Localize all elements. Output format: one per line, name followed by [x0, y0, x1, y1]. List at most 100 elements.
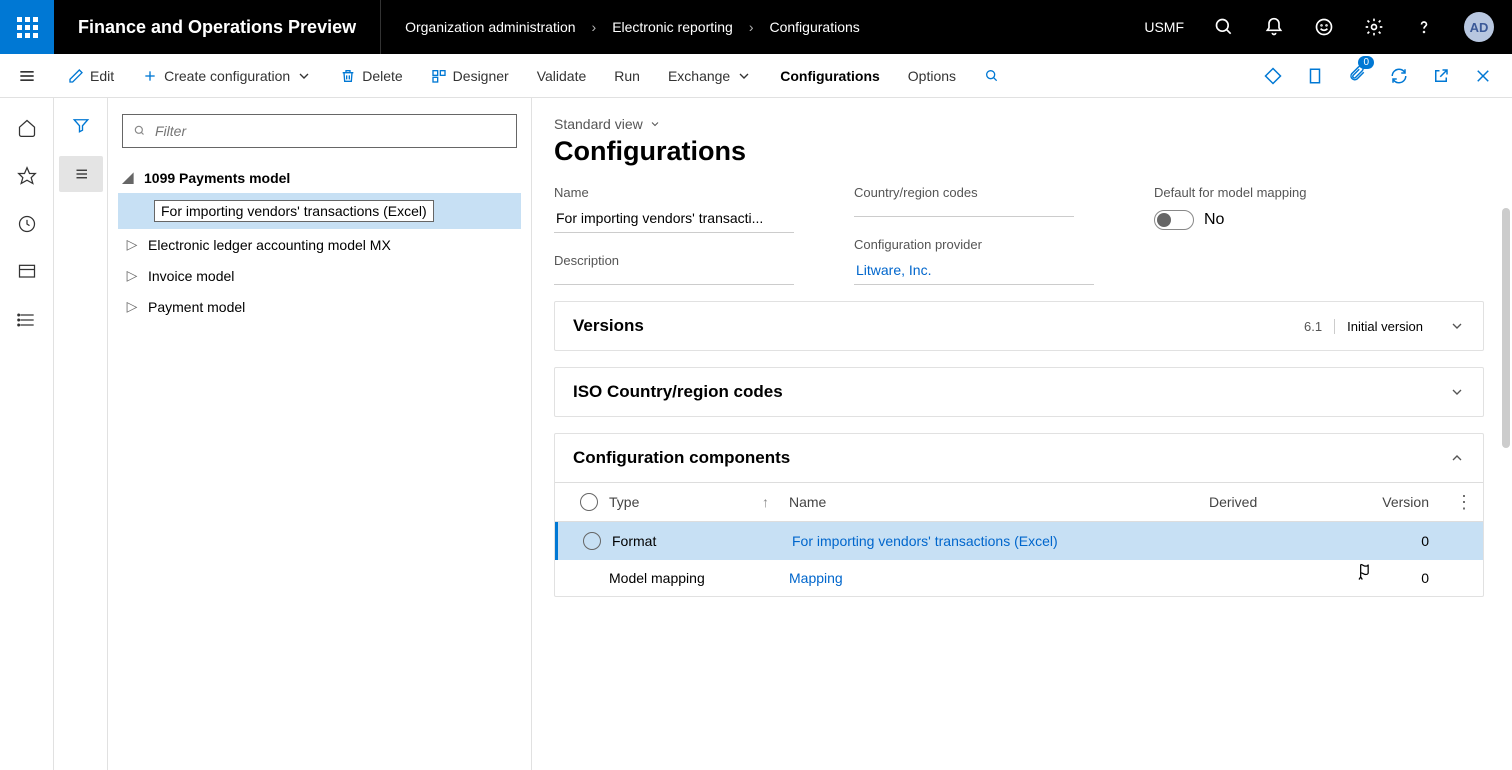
- run-button[interactable]: Run: [600, 54, 654, 97]
- col-name[interactable]: Name: [789, 494, 1209, 510]
- caret-down-icon: ◢: [122, 169, 134, 186]
- tree-item-label: Electronic ledger accounting model MX: [148, 237, 391, 253]
- view-selector[interactable]: Standard view: [554, 116, 1484, 132]
- filter-input-wrap[interactable]: [122, 114, 517, 148]
- workspace-icon[interactable]: [17, 262, 37, 282]
- more-icon[interactable]: ⋮: [1455, 492, 1473, 513]
- chevron-down-icon: [1449, 318, 1465, 334]
- create-label: Create configuration: [164, 68, 290, 84]
- bell-icon[interactable]: [1264, 17, 1284, 37]
- default-mapping-toggle[interactable]: [1154, 210, 1194, 230]
- tree-item[interactable]: ▷ Payment model: [118, 291, 521, 322]
- help-icon[interactable]: [1414, 17, 1434, 37]
- tree-item-label: Invoice model: [148, 268, 234, 284]
- nav-toggle[interactable]: [0, 66, 54, 86]
- table-row[interactable]: Model mapping Mapping 0: [555, 560, 1483, 596]
- cell-version: 0: [1369, 570, 1469, 586]
- tree-item-selected[interactable]: For importing vendors' transactions (Exc…: [118, 193, 521, 229]
- waffle-icon: [17, 17, 38, 38]
- edit-label: Edit: [90, 68, 114, 84]
- chevron-up-icon: [1449, 450, 1465, 466]
- cell-type: Model mapping: [609, 570, 789, 586]
- badge-count: 0: [1358, 56, 1374, 69]
- components-table: Type ↑ Name Derived Version ⋮ Format For …: [555, 482, 1483, 596]
- caret-right-icon: ▷: [126, 267, 138, 284]
- select-all-checkbox[interactable]: [580, 493, 598, 511]
- description-label: Description: [554, 253, 794, 268]
- list-view-toggle[interactable]: [59, 156, 103, 192]
- name-label: Name: [554, 185, 794, 200]
- tree-root-label: 1099 Payments model: [144, 170, 290, 186]
- diamond-icon[interactable]: [1264, 67, 1282, 85]
- provider-link[interactable]: Litware, Inc.: [854, 258, 1094, 285]
- cell-version: 0: [1369, 533, 1469, 549]
- filter-icon[interactable]: [72, 116, 90, 134]
- home-icon[interactable]: [17, 118, 37, 138]
- designer-button[interactable]: Designer: [417, 54, 523, 97]
- col-version[interactable]: Version: [1369, 494, 1469, 510]
- iso-card: ISO Country/region codes: [554, 367, 1484, 417]
- breadcrumb-item[interactable]: Configurations: [769, 19, 859, 35]
- configurations-tab[interactable]: Configurations: [766, 54, 894, 97]
- region-field[interactable]: [854, 206, 1074, 217]
- delete-button[interactable]: Delete: [326, 54, 416, 97]
- avatar[interactable]: AD: [1464, 12, 1494, 42]
- col-derived[interactable]: Derived: [1209, 494, 1369, 510]
- iso-header[interactable]: ISO Country/region codes: [555, 368, 1483, 416]
- smile-icon[interactable]: [1314, 17, 1334, 37]
- components-card: Configuration components Type ↑ Name Deri…: [554, 433, 1484, 597]
- name-field[interactable]: For importing vendors' transacti...: [554, 206, 794, 233]
- popout-icon[interactable]: [1432, 67, 1450, 85]
- iso-title: ISO Country/region codes: [573, 382, 783, 402]
- col-type[interactable]: Type: [609, 494, 639, 510]
- filter-input[interactable]: [155, 123, 506, 139]
- close-icon[interactable]: [1474, 67, 1492, 85]
- chevron-down-icon: [649, 118, 661, 130]
- region-label: Country/region codes: [854, 185, 1094, 200]
- sort-asc-icon[interactable]: ↑: [762, 494, 769, 510]
- description-field[interactable]: [554, 274, 794, 285]
- breadcrumb-item[interactable]: Organization administration: [405, 19, 575, 35]
- options-button[interactable]: Options: [894, 54, 970, 97]
- versions-header[interactable]: Versions 6.1 Initial version: [555, 302, 1483, 350]
- scrollbar[interactable]: [1502, 208, 1510, 448]
- components-header[interactable]: Configuration components: [555, 434, 1483, 482]
- versions-title: Versions: [573, 316, 644, 336]
- page-title: Configurations: [554, 136, 1484, 167]
- clock-icon[interactable]: [17, 214, 37, 234]
- attachments-button[interactable]: 0: [1348, 64, 1366, 87]
- star-icon[interactable]: [17, 166, 37, 186]
- create-configuration-button[interactable]: Create configuration: [128, 54, 326, 97]
- breadcrumb-item[interactable]: Electronic reporting: [612, 19, 733, 35]
- table-row[interactable]: Format For importing vendors' transactio…: [555, 522, 1483, 560]
- modules-icon[interactable]: [17, 310, 37, 330]
- find-button[interactable]: [970, 54, 1014, 97]
- app-launcher[interactable]: [0, 0, 54, 54]
- cell-name-link[interactable]: Mapping: [789, 570, 1209, 586]
- page-icon[interactable]: [1306, 67, 1324, 85]
- tree-root[interactable]: ◢ 1099 Payments model: [118, 162, 521, 193]
- chevron-down-icon: [296, 68, 312, 84]
- row-checkbox[interactable]: [583, 532, 601, 550]
- designer-label: Designer: [453, 68, 509, 84]
- version-status: Initial version: [1335, 319, 1435, 334]
- tree-item[interactable]: ▷ Invoice model: [118, 260, 521, 291]
- edit-button[interactable]: Edit: [54, 54, 128, 97]
- exchange-button[interactable]: Exchange: [654, 54, 766, 97]
- version-number: 6.1: [1292, 319, 1335, 334]
- search-icon[interactable]: [1214, 17, 1234, 37]
- cell-name-link[interactable]: For importing vendors' transactions (Exc…: [792, 533, 1209, 549]
- refresh-icon[interactable]: [1390, 67, 1408, 85]
- search-icon: [133, 124, 147, 138]
- breadcrumb: Organization administration › Electronic…: [380, 0, 860, 54]
- app-title: Finance and Operations Preview: [54, 17, 380, 38]
- tree-item-label: Payment model: [148, 299, 245, 315]
- validate-button[interactable]: Validate: [523, 54, 601, 97]
- company-picker[interactable]: USMF: [1144, 19, 1184, 35]
- gear-icon[interactable]: [1364, 17, 1384, 37]
- left-rail: [0, 98, 54, 770]
- side-nav: [54, 98, 108, 770]
- caret-right-icon: ▷: [126, 298, 138, 315]
- tree-item[interactable]: ▷ Electronic ledger accounting model MX: [118, 229, 521, 260]
- tree-panel: ◢ 1099 Payments model For importing vend…: [108, 98, 532, 770]
